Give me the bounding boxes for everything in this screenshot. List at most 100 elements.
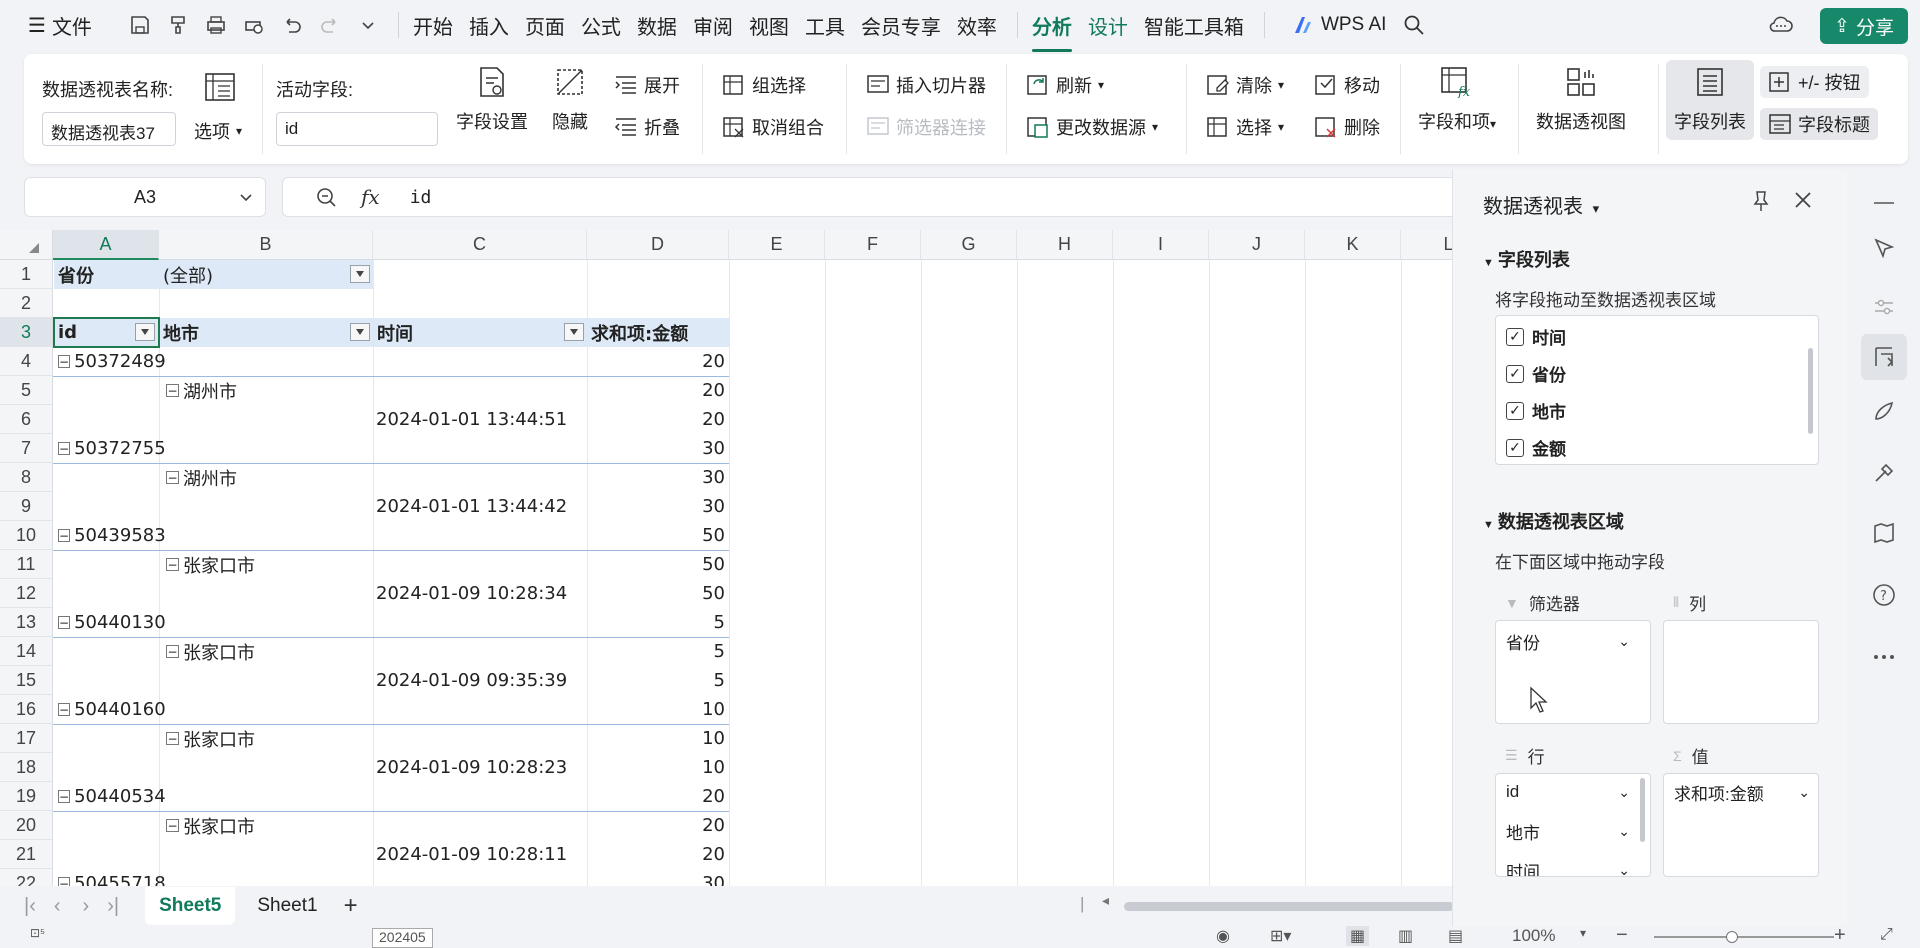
row-header[interactable]: 13 xyxy=(0,608,53,637)
chevron-down-icon[interactable]: ⌄ xyxy=(1618,633,1630,650)
city-cell[interactable]: − 张家口市 xyxy=(160,724,372,753)
move-button[interactable]: 移动 xyxy=(1314,72,1380,98)
sum-cell[interactable]: 20 xyxy=(588,376,728,405)
select-button[interactable]: 选择 ▾ xyxy=(1206,114,1284,140)
field-item-city[interactable]: ✓ 地市 xyxy=(1506,398,1566,423)
sheet-tab-sheet1[interactable]: Sheet1 xyxy=(243,887,331,925)
field-item-amount[interactable]: ✓ 金额 xyxy=(1506,435,1566,460)
row-header[interactable]: 12 xyxy=(0,579,53,608)
fields-items-button[interactable]: fx 字段和项▾ xyxy=(1418,66,1496,134)
tab-design[interactable]: 设计 xyxy=(1088,11,1128,40)
row-header[interactable]: 21 xyxy=(0,840,53,869)
column-header[interactable]: K xyxy=(1305,230,1401,260)
group-select-button[interactable]: 组选择 xyxy=(722,72,806,98)
chevron-down-icon[interactable]: ⌄ xyxy=(1618,784,1630,801)
tools-icon[interactable] xyxy=(1871,460,1897,486)
more-icon[interactable] xyxy=(1871,644,1897,670)
row-header[interactable]: 19 xyxy=(0,782,53,811)
field-item-province[interactable]: ✓ 省份 xyxy=(1506,361,1566,386)
pivot-name-input[interactable]: 数据透视表37 xyxy=(42,112,176,146)
time-cell[interactable]: 2024-01-09 10:28:11 xyxy=(374,840,586,869)
collapse-toggle[interactable]: − xyxy=(58,616,71,629)
row-header[interactable]: 14 xyxy=(0,637,53,666)
row-header[interactable]: 2 xyxy=(0,289,53,318)
column-header[interactable]: I xyxy=(1113,230,1209,260)
header-city-cell[interactable]: 地市 xyxy=(160,318,340,347)
id-cell[interactable]: −50455718 xyxy=(55,869,166,886)
wps-ai-button[interactable]: WPS AI xyxy=(1293,14,1386,36)
sum-cell[interactable]: 5 xyxy=(588,637,728,666)
checkbox-checked-icon[interactable]: ✓ xyxy=(1506,401,1524,420)
map-icon[interactable] xyxy=(1871,520,1897,546)
header-time-cell[interactable]: 时间 xyxy=(374,318,554,347)
sum-cell[interactable]: 10 xyxy=(588,724,728,753)
collapse-toggle[interactable]: − xyxy=(58,877,71,886)
tab-data[interactable]: 数据 xyxy=(637,11,677,40)
chevron-down-icon[interactable] xyxy=(356,13,380,37)
row-header[interactable]: 15 xyxy=(0,666,53,695)
city-cell[interactable]: − 湖州市 xyxy=(160,376,372,405)
zoom-in-button[interactable]: + xyxy=(1834,924,1846,947)
chevron-down-icon[interactable]: ▾ xyxy=(1580,926,1586,940)
city-cell[interactable]: − 张家口市 xyxy=(160,811,372,840)
sum-cell[interactable]: 50 xyxy=(588,579,728,608)
sum-cell[interactable]: 5 xyxy=(588,608,728,637)
insert-slicer-button[interactable]: 插入切片器 xyxy=(866,72,986,98)
tab-page[interactable]: 页面 xyxy=(525,11,565,40)
collapse-toggle[interactable]: − xyxy=(166,819,179,832)
collapse-toggle[interactable]: − xyxy=(166,558,179,571)
tab-home[interactable]: 开始 xyxy=(413,11,453,40)
macro-icon[interactable]: ⊡⁵ xyxy=(30,926,45,940)
row-header[interactable]: 4 xyxy=(0,347,53,376)
field-list-scrollbar[interactable] xyxy=(1808,348,1813,434)
name-box[interactable]: A3 xyxy=(24,177,266,217)
column-header[interactable]: L xyxy=(1401,230,1452,260)
row-zone-item[interactable]: 时间 ⌄ xyxy=(1502,854,1634,877)
sheet-tab-sheet5[interactable]: Sheet5 xyxy=(145,887,236,925)
function-icon[interactable]: fx xyxy=(361,185,380,209)
add-sheet-icon[interactable]: + xyxy=(344,892,358,920)
sum-cell[interactable]: 20 xyxy=(588,347,728,376)
chart-style-icon[interactable] xyxy=(1871,398,1897,424)
ungroup-button[interactable]: 取消组合 xyxy=(722,114,824,140)
field-settings-button[interactable]: 字段设置 xyxy=(456,66,528,134)
row-header[interactable]: 22 xyxy=(0,869,53,886)
help-icon[interactable]: ? xyxy=(1871,582,1897,608)
collapse-toggle[interactable]: − xyxy=(58,355,71,368)
zoom-slider[interactable] xyxy=(1654,936,1834,938)
row-header[interactable]: 17 xyxy=(0,724,53,753)
collapse-toggle[interactable]: − xyxy=(166,384,179,397)
sum-cell[interactable]: 30 xyxy=(588,492,728,521)
column-header[interactable]: B xyxy=(159,230,373,260)
checkbox-checked-icon[interactable]: ✓ xyxy=(1506,438,1524,457)
pin-icon[interactable] xyxy=(1751,190,1771,217)
column-header[interactable]: F xyxy=(825,230,921,260)
undo-icon[interactable] xyxy=(280,13,304,37)
column-header[interactable]: C xyxy=(373,230,587,260)
tab-tools[interactable]: 工具 xyxy=(805,11,845,40)
next-sheet-icon[interactable]: › xyxy=(83,895,90,918)
pointer-icon[interactable] xyxy=(1871,236,1897,262)
spreadsheet-grid[interactable]: A B C D E F G H I J K L 1 2 3 4 5 6 7 8 … xyxy=(0,230,1452,886)
sum-cell[interactable]: 20 xyxy=(588,840,728,869)
sum-cell[interactable]: 30 xyxy=(588,463,728,492)
time-cell[interactable]: 2024-01-01 13:44:42 xyxy=(374,492,586,521)
column-header[interactable]: A xyxy=(53,230,159,260)
field-item-time[interactable]: ✓ 时间 xyxy=(1506,324,1566,349)
filter-zone-item[interactable]: 省份 ⌄ xyxy=(1502,625,1634,657)
hide-button[interactable]: 隐藏 xyxy=(552,66,588,134)
fullscreen-icon[interactable]: ⤢ xyxy=(1880,926,1893,944)
id-cell[interactable]: −50372489 xyxy=(55,347,166,376)
expand-button[interactable]: 展开 xyxy=(614,72,680,98)
city-cell[interactable]: − 湖州市 xyxy=(160,463,372,492)
column-header[interactable]: J xyxy=(1209,230,1305,260)
refresh-button[interactable]: 刷新 ▾ xyxy=(1026,72,1104,98)
minimize-icon[interactable] xyxy=(1871,190,1897,216)
tab-view[interactable]: 视图 xyxy=(749,11,789,40)
row-header[interactable]: 20 xyxy=(0,811,53,840)
value-zone-item[interactable]: 求和项:金额 ⌄ xyxy=(1670,776,1814,808)
tab-review[interactable]: 审阅 xyxy=(693,11,733,40)
collapse-toggle[interactable]: − xyxy=(58,703,71,716)
id-cell[interactable]: −50440130 xyxy=(55,608,166,637)
tab-formula[interactable]: 公式 xyxy=(581,11,621,40)
